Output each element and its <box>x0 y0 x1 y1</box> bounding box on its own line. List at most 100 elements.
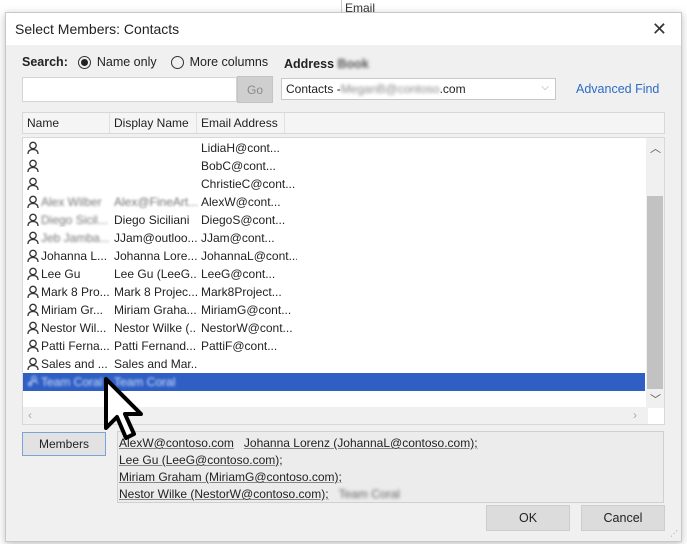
contact-name-cell: Team Coral <box>23 375 110 389</box>
advanced-find-link[interactable]: Advanced Find <box>576 82 659 96</box>
contact-name-cell: Diego Sicil... <box>23 213 110 227</box>
person-icon <box>23 303 41 317</box>
go-button[interactable]: Go <box>237 76 273 103</box>
cancel-button[interactable]: Cancel <box>581 505 665 531</box>
contact-name-cell <box>23 159 110 173</box>
person-icon <box>23 231 41 245</box>
chevron-down-icon[interactable]: ⌵ <box>541 82 549 93</box>
column-header-display-name[interactable]: Display Name <box>110 113 197 133</box>
column-header-name[interactable]: Name <box>23 113 110 133</box>
person-icon <box>23 267 41 281</box>
list-header: Name Display Name Email Address <box>22 112 665 134</box>
contact-row[interactable]: LidiaH@cont... <box>23 139 645 157</box>
contact-email: BobC@cont... <box>201 159 276 173</box>
contact-display-name: Alex@FineArt... <box>114 195 197 209</box>
search-options: Search: Name only More columns <box>22 55 268 69</box>
contact-email: NestorW@cont... <box>201 321 293 335</box>
radio-name-only[interactable] <box>77 55 91 69</box>
person-icon <box>23 321 41 335</box>
contact-name-cell: Lee Gu <box>23 267 110 281</box>
contact-name-cell: Miriam Gr... <box>23 303 110 317</box>
group-icon <box>23 375 41 389</box>
radio-name-only-label[interactable]: Name only <box>97 55 157 69</box>
contact-row[interactable]: Lee Gu Lee Gu (LeeG... LeeG@cont... <box>23 265 645 283</box>
contact-row[interactable]: Jeb Jamba... JJam@outloo... JJam@cont... <box>23 229 645 247</box>
scroll-right-icon[interactable]: › <box>633 408 637 422</box>
contact-row[interactable]: Johanna L... Johanna Lore... JohannaL@cont… <box>23 247 645 265</box>
resize-grip-icon[interactable]: ⋰ <box>670 529 678 538</box>
contact-name: Jeb Jamba... <box>41 231 110 245</box>
search-input[interactable] <box>22 77 237 102</box>
address-book-label-text: Address <box>284 57 335 71</box>
address-book-selected-blurred: MeganB@contoso <box>340 82 440 96</box>
column-header-spacer <box>285 113 305 133</box>
contact-display-name: Patti Fernand... <box>114 339 197 353</box>
radio-more-columns[interactable] <box>170 55 184 69</box>
contact-email: ChristieC@cont... <box>201 177 296 191</box>
contact-email: DiegoS@cont... <box>201 213 286 227</box>
person-icon <box>23 141 41 155</box>
select-members-dialog: Select Members: Contacts ✕ Search: Name … <box>5 12 682 542</box>
contact-row[interactable]: Mark 8 Pro... Mark 8 Projec... Mark8Projec… <box>23 283 645 301</box>
person-icon <box>23 285 41 299</box>
person-icon <box>23 249 41 263</box>
contact-email: LidiaH@cont... <box>201 141 280 155</box>
ok-button[interactable]: OK <box>486 505 570 531</box>
contact-row[interactable]: Diego Sicil... Diego Siciliani DiegoS@cont… <box>23 211 645 229</box>
contact-name: Team Coral <box>41 375 103 389</box>
background-column-divider <box>341 0 342 12</box>
contact-name: Patti Ferna... <box>41 339 110 353</box>
contact-name: Alex Wilber <box>41 195 102 209</box>
scroll-down-icon[interactable]: ﹀ <box>650 391 661 407</box>
contact-name-cell <box>23 141 110 155</box>
column-header-email[interactable]: Email Address <box>197 113 285 133</box>
contact-name: Lee Gu <box>41 267 81 281</box>
radio-more-columns-label[interactable]: More columns <box>190 55 269 69</box>
contact-row[interactable]: BobC@cont... <box>23 157 645 175</box>
contact-name-cell: Nestor Wil... <box>23 321 110 335</box>
contact-email: LeeG@cont... <box>201 267 276 281</box>
scrollbar-thumb[interactable] <box>647 196 663 389</box>
contact-name: Johanna L... <box>41 249 108 263</box>
title-bar: Select Members: Contacts ✕ <box>6 13 681 45</box>
person-icon <box>23 213 41 227</box>
contact-row[interactable]: Patti Ferna... Patti Fernand... PattiF@con… <box>23 337 645 355</box>
member-entry[interactable]: Miriam Graham (MiriamG@contoso.com); <box>119 470 342 484</box>
scroll-left-icon[interactable]: ‹ <box>28 408 32 422</box>
contact-display-name: Diego Siciliani <box>114 213 190 227</box>
contact-name: Miriam Gr... <box>41 303 103 317</box>
contact-display-name: Nestor Wilke (... <box>114 321 197 335</box>
contact-name-cell: Johanna L... <box>23 249 110 263</box>
contact-row[interactable]: Sales and ... Sales and Mar... <box>23 355 645 373</box>
address-book-selected-suffix: .com <box>439 82 466 96</box>
person-icon <box>23 159 41 173</box>
contact-row[interactable]: Alex Wilber Alex@FineArt... AlexW@cont... <box>23 193 645 211</box>
contact-row[interactable]: Nestor Wil... Nestor Wilke (... NestorW@co… <box>23 319 645 337</box>
contact-name-cell: Sales and ... <box>23 357 110 371</box>
close-icon[interactable]: ✕ <box>652 19 667 40</box>
contact-email: AlexW@cont... <box>201 195 281 209</box>
contact-row[interactable]: Miriam Gr... Miriam Graha... MiriamG@cont.… <box>23 301 645 319</box>
person-icon <box>23 357 41 371</box>
contact-display-name: Sales and Mar... <box>114 357 197 371</box>
dialog-title: Select Members: Contacts <box>15 21 180 37</box>
contact-row[interactable]: ChristieC@cont... <box>23 175 645 193</box>
person-icon <box>23 339 41 353</box>
members-field[interactable]: AlexW@contoso.com Johanna Lorenz (Johanna… <box>117 431 664 503</box>
address-book-select[interactable]: Contacts - MeganB@contoso .com ⌵ <box>281 78 556 100</box>
vertical-scrollbar[interactable]: ︿ ﹀ <box>646 138 664 408</box>
member-entry-blurred[interactable]: Team Coral <box>339 487 400 501</box>
member-entry[interactable]: Lee Gu (LeeG@contoso.com); <box>119 453 283 467</box>
member-entry[interactable]: Nestor Wilke (NestorW@contoso.com); <box>119 487 329 501</box>
contact-name-cell: Jeb Jamba... <box>23 231 110 245</box>
address-book-selected-prefix: Contacts - <box>286 82 341 96</box>
contact-name: Diego Sicil... <box>41 213 108 227</box>
address-book-label-blurred: Book <box>337 57 369 71</box>
contact-display-name: Miriam Graha... <box>114 303 197 317</box>
contact-email: PattiF@cont... <box>201 339 278 353</box>
members-button[interactable]: Members <box>22 432 106 456</box>
address-book-label: Address Book <box>284 57 369 71</box>
member-entry[interactable]: Johanna Lorenz (JohannaL@contoso.com); <box>244 436 478 450</box>
contact-display-name: Mark 8 Projec... <box>114 285 197 299</box>
scroll-up-icon[interactable]: ︿ <box>650 140 661 156</box>
